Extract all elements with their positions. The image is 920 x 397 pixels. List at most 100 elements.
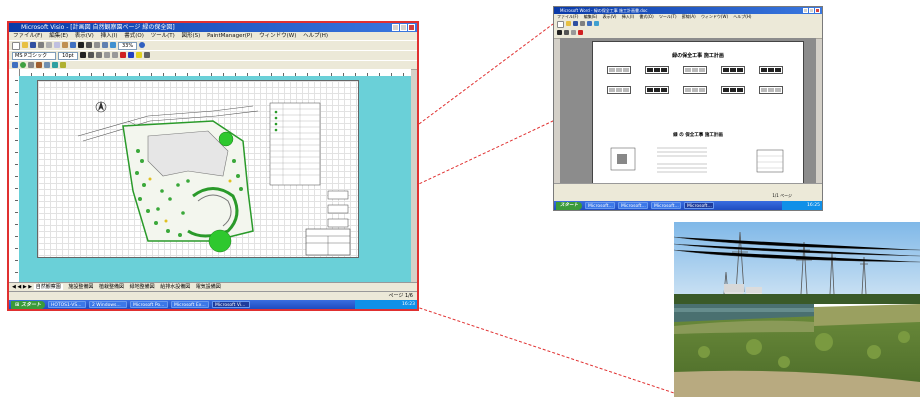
- doc-start-button[interactable]: スタート: [556, 201, 582, 210]
- doc-system-tray: 16:25: [782, 201, 822, 210]
- align-left-icon[interactable]: [103, 52, 110, 58]
- font-size-select[interactable]: 10pt: [58, 52, 78, 60]
- new-icon[interactable]: [12, 42, 20, 50]
- fill-color-icon[interactable]: [135, 52, 142, 58]
- print-icon[interactable]: [38, 42, 44, 48]
- cut-icon[interactable]: [46, 42, 52, 48]
- page-tab-1[interactable]: 自然観察園: [33, 284, 63, 290]
- page-tab-6[interactable]: 電気設備図: [196, 284, 221, 290]
- doc-detail-figures: [610, 147, 784, 173]
- font-select[interactable]: MS Pゴシック: [12, 52, 57, 60]
- menu-file[interactable]: ファイル(F): [13, 33, 42, 39]
- underline-icon[interactable]: [95, 52, 102, 58]
- doc-undo-icon[interactable]: [587, 21, 592, 26]
- save-icon[interactable]: [30, 42, 36, 48]
- undo-icon[interactable]: [70, 42, 76, 48]
- line-icon[interactable]: [94, 42, 100, 48]
- minimize-button[interactable]: [392, 24, 399, 31]
- doc-italic-icon[interactable]: [564, 30, 569, 35]
- doc-zoom-icon[interactable]: [594, 21, 599, 26]
- pan-icon[interactable]: [60, 62, 66, 68]
- menu-shape[interactable]: 図形(S): [182, 33, 201, 39]
- doc-taskbar-item-4[interactable]: Microsoft...: [684, 202, 714, 209]
- stencil-icon[interactable]: [52, 62, 58, 68]
- visio-window-title: Microsoft Visio - [計画図 自然観察園ページ 緑の保全図]: [21, 24, 175, 31]
- doc-bold-icon[interactable]: [557, 30, 562, 35]
- font-color-icon[interactable]: [119, 52, 126, 58]
- tab-nav-arrows[interactable]: ◀ ◀ ▶ ▶: [12, 284, 34, 290]
- menu-insert[interactable]: 挿入(I): [101, 33, 118, 39]
- page-tab-3[interactable]: 植栽整備図: [99, 284, 124, 290]
- doc-taskbar-item-2[interactable]: Microsoft...: [618, 202, 648, 209]
- menu-format[interactable]: 書式(O): [124, 33, 144, 39]
- bold-icon[interactable]: [79, 52, 86, 58]
- zoom-select[interactable]: 33%: [118, 42, 138, 50]
- copy-icon[interactable]: [54, 42, 60, 48]
- doc-maximize-button[interactable]: [809, 8, 814, 13]
- italic-icon[interactable]: [87, 52, 94, 58]
- doc-menu-edit[interactable]: 編集(E): [584, 14, 598, 19]
- layer-icon[interactable]: [36, 62, 42, 68]
- doc-menu-window[interactable]: ウィンドウ(W): [701, 14, 728, 19]
- doc-menu-format[interactable]: 書式(O): [639, 14, 653, 19]
- page-tab-2[interactable]: 施設整備図: [68, 284, 93, 290]
- shadow-icon[interactable]: [143, 52, 150, 58]
- open-icon[interactable]: [22, 42, 28, 48]
- doc-menu-view[interactable]: 表示(V): [603, 14, 617, 19]
- doc-new-icon[interactable]: [557, 21, 564, 28]
- menu-paintmanager[interactable]: PaintManager(P): [207, 33, 252, 39]
- doc-taskbar-item-1[interactable]: Microsoft...: [585, 202, 615, 209]
- doc-save-icon[interactable]: [573, 21, 578, 26]
- start-button[interactable]: ⊞ スタート: [11, 300, 45, 309]
- menu-tools[interactable]: ツール(T): [151, 33, 175, 39]
- doc-menu-file[interactable]: ファイル(F): [557, 14, 578, 19]
- doc-open-icon[interactable]: [566, 21, 571, 26]
- shape-rect-icon[interactable]: [12, 62, 18, 68]
- paste-icon[interactable]: [62, 42, 68, 48]
- page-tab-4[interactable]: 緑地整備図: [130, 284, 155, 290]
- menu-help[interactable]: ヘルプ(H): [303, 33, 328, 39]
- doc-page[interactable]: 緑の保全工事 施工計画 緑 の 保全工事 施工計画: [592, 41, 804, 190]
- document-screenshot: Microsoft Word - 緑の保全工事 施工計画書.doc ファイル(F…: [553, 6, 823, 211]
- doc-menu-insert[interactable]: 挿入(I): [622, 14, 634, 19]
- connector-icon[interactable]: [102, 42, 108, 48]
- page-tab-5[interactable]: 給排水設備図: [160, 284, 190, 290]
- doc-menu-table[interactable]: 罫線(A): [682, 14, 696, 19]
- window-controls: [392, 24, 415, 31]
- doc-menu-help[interactable]: ヘルプ(H): [733, 14, 751, 19]
- close-button[interactable]: [408, 24, 415, 31]
- doc-align-icon[interactable]: [571, 30, 576, 35]
- doc-menu-tools[interactable]: ツール(T): [659, 14, 677, 19]
- shape-ellipse-icon[interactable]: [20, 62, 26, 68]
- site-photo: [674, 222, 920, 397]
- doc-heading-2: 緑 の 保全工事 施工計画: [673, 133, 723, 138]
- text-icon[interactable]: [86, 42, 92, 48]
- line-color-icon[interactable]: [127, 52, 134, 58]
- drawing-page[interactable]: [37, 80, 359, 258]
- taskbar-item-3[interactable]: Microsoft Po...: [129, 301, 168, 308]
- menu-window[interactable]: ウィンドウ(W): [259, 33, 296, 39]
- align-center-icon[interactable]: [111, 52, 118, 58]
- taskbar-item-2[interactable]: 2 Windows...: [88, 301, 127, 308]
- help-icon[interactable]: [139, 42, 146, 48]
- pointer-icon[interactable]: [78, 42, 84, 48]
- visio-menu-bar: ファイル(F) 編集(E) 表示(V) 挿入(I) 書式(O) ツール(T) 図…: [9, 32, 417, 40]
- doc-close-button[interactable]: [815, 8, 820, 13]
- zoom-in-icon[interactable]: [110, 42, 116, 48]
- maximize-button[interactable]: [400, 24, 407, 31]
- doc-print-icon[interactable]: [580, 21, 585, 26]
- doc-taskbar-item-3[interactable]: Microsoft...: [651, 202, 681, 209]
- doc-canvas[interactable]: 緑の保全工事 施工計画 緑 の 保全工事 施工計画: [560, 38, 816, 190]
- doc-color-icon[interactable]: [578, 30, 583, 35]
- shape-line-icon[interactable]: [28, 62, 34, 68]
- taskbar-item-4[interactable]: Microsoft Ex...: [170, 301, 209, 308]
- doc-minimize-button[interactable]: [803, 8, 808, 13]
- doc-toolbars: [554, 20, 822, 39]
- taskbar-item-5[interactable]: Microsoft Vi...: [211, 301, 250, 308]
- menu-edit[interactable]: 編集(E): [49, 33, 68, 39]
- menu-view[interactable]: 表示(V): [75, 33, 94, 39]
- connector-to-doc: [418, 23, 554, 125]
- taskbar-item-1[interactable]: HOTOS1-VS...: [47, 301, 86, 308]
- drawing-canvas[interactable]: [19, 76, 411, 283]
- grid-icon[interactable]: [44, 62, 50, 68]
